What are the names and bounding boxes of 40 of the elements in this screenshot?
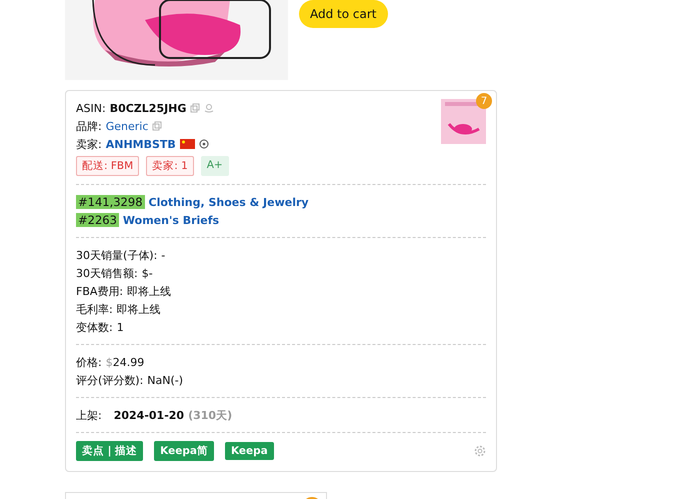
copy-icon[interactable] <box>190 103 200 113</box>
action-button[interactable]: Keepa简 <box>154 441 214 461</box>
price-label: 价格: <box>76 354 102 370</box>
rank-badge: #141,3298 <box>76 195 145 209</box>
asin-value: B0CZL25JHG <box>110 102 186 114</box>
listed-label: 上架: <box>76 408 102 422</box>
category-link[interactable]: Women's Briefs <box>122 214 220 226</box>
copy-icon[interactable] <box>152 121 162 131</box>
action-button[interactable]: Keepa <box>224 442 274 460</box>
stat-value: 即将上线 <box>116 302 161 316</box>
add-to-cart-button[interactable]: Add to cart <box>299 0 388 28</box>
tag: 配送: FBM <box>76 156 140 176</box>
price-value: $24.99 <box>106 356 144 368</box>
listed-days: (310天) <box>188 408 232 422</box>
flag-icon <box>180 139 195 149</box>
brand-label: 品牌: <box>76 118 102 134</box>
stat-label: 30天销量(子体): <box>76 248 158 262</box>
stat-value: - <box>161 248 166 262</box>
rating-label: 评分(评分数): <box>76 372 144 388</box>
category-link[interactable]: Clothing, Shoes & Jewelry <box>148 196 309 208</box>
settings-icon[interactable] <box>474 445 486 457</box>
asin-label: ASIN: <box>76 102 106 114</box>
stat-value: $- <box>142 266 153 280</box>
rank-badge: #2263 <box>76 213 119 227</box>
stat-value: 1 <box>116 320 124 334</box>
count-badge: 7 <box>476 93 492 109</box>
stat-value: 即将上线 <box>127 284 172 298</box>
location-icon[interactable] <box>198 139 209 149</box>
stat-label: 30天销售额: <box>76 266 138 280</box>
tag: 卖家: 1 <box>146 156 194 176</box>
stat-label: 毛利率: <box>76 302 113 316</box>
seller-label: 卖家: <box>76 136 102 152</box>
stat-label: FBA费用: <box>76 284 124 298</box>
rating-value: NaN(-) <box>147 374 184 386</box>
seller-link[interactable]: ANHMBSTB <box>106 138 176 150</box>
listed-date: 2024-01-20 <box>114 408 184 422</box>
tag: A+ <box>200 156 229 176</box>
brand-link[interactable]: Generic <box>106 120 148 132</box>
stat-label: 变体数: <box>76 320 113 334</box>
action-button[interactable]: 卖点 | 描述 <box>76 441 144 461</box>
